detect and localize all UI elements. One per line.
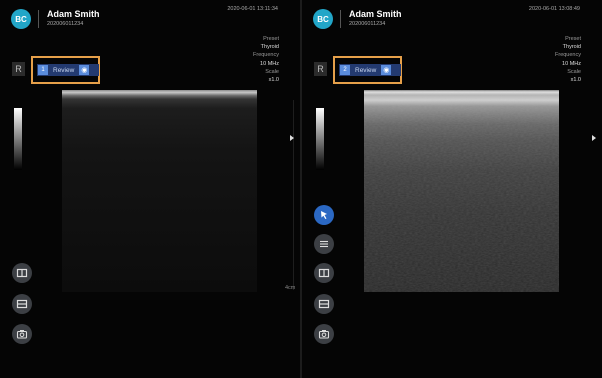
review-mode-icon: ◉ [79,65,90,75]
imaging-info: Preset Thyroid Frequency 10 MHz Scale x1… [555,35,581,84]
menu-list-icon [320,240,328,248]
capture-button[interactable] [12,324,32,344]
timestamp: 2020-06-01 13:11:34 [227,6,278,12]
orientation-marker: R [12,62,25,76]
brand-logo-icon: BC [313,9,333,29]
review-number: 1 [38,65,48,75]
split-view-button[interactable] [12,263,32,283]
timestamp: 2020-06-01 13:08:49 [528,6,580,12]
camera-icon [318,330,330,339]
pointer-tool-button[interactable] [314,205,334,225]
scale-value: x1.0 [570,77,581,84]
horizontal-split-button[interactable] [314,294,334,314]
focus-marker-icon[interactable] [290,135,294,141]
menu-list-button[interactable] [314,234,334,254]
patient-name: Adam Smith [47,9,100,19]
frequency-label: Frequency [253,52,279,59]
review-label: Review [355,66,377,74]
grayscale-bar [14,108,22,170]
horizontal-split-icon [16,299,28,309]
focus-marker-icon[interactable] [592,135,596,141]
header-separator [38,10,39,28]
preset-value: Thyroid [260,44,279,51]
brand-logo-icon: BC [11,9,31,29]
horizontal-split-button[interactable] [12,294,32,314]
ultrasound-image[interactable] [364,90,559,292]
camera-icon [16,330,28,339]
frequency-value: 10 MHz [562,60,581,67]
imaging-info: Preset Thyroid Frequency 10 MHz Scale x1… [253,35,279,84]
ultrasound-image[interactable] [62,90,257,292]
patient-id: 202006011234 [47,21,84,27]
split-view-icon [318,268,330,278]
patient-name: Adam Smith [349,9,402,19]
frequency-value: 10 MHz [260,60,279,67]
horizontal-split-icon [318,299,330,309]
left-viewport: BC Adam Smith 202006011234 2020-06-01 13… [0,0,300,378]
scale-label: Scale [265,68,279,75]
patient-id: 202006011234 [349,21,386,27]
review-number: 2 [340,65,350,75]
capture-button[interactable] [314,324,334,344]
header-separator [340,10,341,28]
pointer-icon [321,211,327,219]
frequency-label: Frequency [555,52,581,59]
scale-value: x1.0 [268,77,279,84]
split-view-icon [16,268,28,278]
preset-label: Preset [263,36,279,42]
preset-label: Preset [565,36,581,42]
depth-label: 4cm [285,285,296,291]
review-button[interactable]: 2 Review ◉ [339,64,401,76]
review-button[interactable]: 1 Review ◉ [37,64,99,76]
review-label: Review [53,66,75,74]
right-viewport: BC Adam Smith 202006011234 2020-06-01 13… [302,0,602,378]
split-view-button[interactable] [314,263,334,283]
grayscale-bar [316,108,324,170]
orientation-marker: R [314,62,327,76]
preset-value: Thyroid [562,44,581,51]
review-mode-icon: ◉ [381,65,392,75]
depth-scale [293,100,294,290]
scale-label: Scale [567,68,581,75]
